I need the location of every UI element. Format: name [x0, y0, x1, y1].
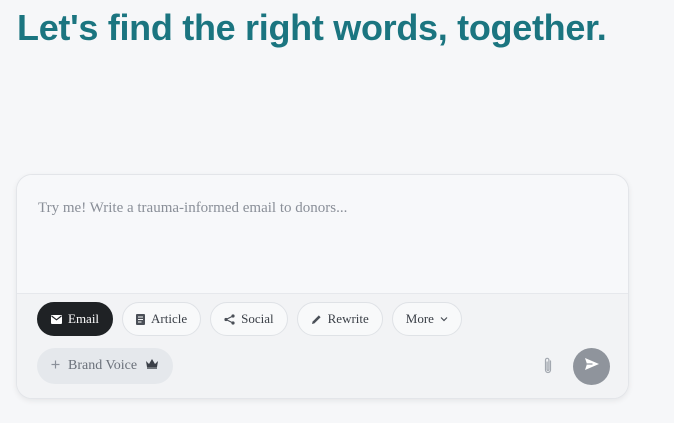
article-chip-label: Article: [151, 311, 188, 326]
pencil-icon: [311, 314, 322, 325]
page-headline: Let's find the right words, together.: [17, 7, 607, 48]
paperclip-icon: [540, 357, 556, 380]
attach-button[interactable]: [540, 356, 556, 376]
more-chip[interactable]: More: [391, 302, 462, 336]
document-icon: [136, 313, 146, 325]
brand-voice-label: Brand Voice: [68, 358, 138, 373]
mail-icon: [51, 314, 62, 324]
page: Let's find the right words, together. Em…: [0, 0, 674, 423]
send-icon: [584, 357, 600, 376]
more-chip-label: More: [405, 311, 434, 326]
send-button[interactable]: [573, 348, 610, 385]
rewrite-chip[interactable]: Rewrite: [296, 302, 383, 336]
composer-toolbar: Email Article Social Rewrite More Brand …: [17, 293, 628, 398]
article-chip[interactable]: Article: [122, 302, 202, 336]
prompt-composer: Email Article: [16, 174, 629, 399]
crown-icon: [145, 358, 159, 374]
share-icon: [224, 313, 235, 325]
brand-voice-button[interactable]: Brand Voice: [37, 348, 174, 384]
plus-icon: [51, 358, 60, 374]
prompt-input[interactable]: [17, 175, 628, 293]
rewrite-chip-label: Rewrite: [327, 311, 369, 326]
social-chip[interactable]: Social: [210, 302, 288, 336]
content-type-chips: Email Article Social Rewrite More: [37, 302, 462, 336]
social-chip-label: Social: [241, 311, 274, 326]
chevron-down-icon: [440, 316, 448, 322]
email-chip-label: Email: [68, 311, 100, 326]
email-chip[interactable]: Email: [37, 302, 114, 336]
